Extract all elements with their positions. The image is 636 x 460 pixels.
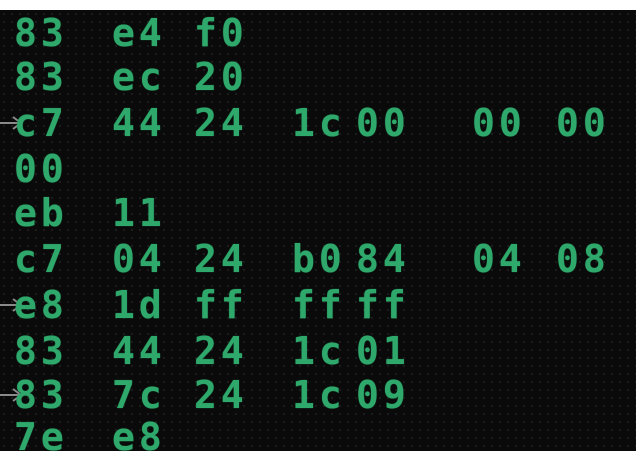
hex-row: c7 04 24 b0 84 04 08	[0, 236, 636, 282]
hex-byte: ff	[194, 283, 248, 327]
hex-byte: 83	[14, 55, 68, 99]
hex-byte: 00	[472, 101, 526, 145]
hex-byte: b0	[292, 237, 346, 281]
hex-byte: 1d	[112, 283, 166, 327]
hex-byte: 1c	[292, 101, 346, 145]
hex-byte: 08	[556, 237, 610, 281]
hex-byte: 11	[112, 191, 166, 235]
hex-byte: 7e	[14, 415, 68, 459]
hex-byte: 84	[356, 237, 410, 281]
hex-byte: 83	[14, 373, 68, 417]
hex-row: 83 7c 24 1c 09	[0, 372, 636, 418]
hex-byte: ec	[112, 55, 166, 99]
hex-byte: f0	[194, 11, 248, 55]
hex-byte: 00	[14, 147, 68, 191]
hex-row: eb 11	[0, 190, 636, 236]
hex-dump-display: 83 e4 f0 83 ec 20 c7 44 24 1c 00 00 00 00 eb 11 c7 04 24 b0…	[0, 10, 636, 459]
hex-row: 83 e4 f0	[0, 10, 636, 56]
hex-byte: 1c	[292, 329, 346, 373]
hex-byte: c7	[14, 237, 68, 281]
hex-row: e8 1d ff ff ff	[0, 282, 636, 328]
hex-row: 00	[0, 146, 636, 192]
hex-byte: 01	[356, 329, 410, 373]
hex-row: 83 ec 20	[0, 54, 636, 100]
hex-byte: 09	[356, 373, 410, 417]
hex-byte: 1c	[292, 373, 346, 417]
hex-byte: 44	[112, 329, 166, 373]
hex-byte: 04	[472, 237, 526, 281]
hex-byte: c7	[14, 101, 68, 145]
hex-byte: 24	[194, 373, 248, 417]
hex-byte: 24	[194, 237, 248, 281]
hex-byte: 24	[194, 329, 248, 373]
hex-byte: eb	[14, 191, 68, 235]
hex-row: 7e e8	[0, 414, 636, 460]
hex-byte: 83	[14, 329, 68, 373]
hex-byte: ff	[356, 283, 410, 327]
hex-byte: ff	[292, 283, 346, 327]
hex-byte: e4	[112, 11, 166, 55]
hex-byte: 83	[14, 11, 68, 55]
hex-byte: 20	[194, 55, 248, 99]
hex-byte: e8	[112, 415, 166, 459]
hex-byte: 00	[556, 101, 610, 145]
hex-byte: 04	[112, 237, 166, 281]
hex-byte: 24	[194, 101, 248, 145]
hex-byte: e8	[14, 283, 68, 327]
hex-byte: 7c	[112, 373, 166, 417]
hex-byte: 00	[356, 101, 410, 145]
hex-byte: 44	[112, 101, 166, 145]
hex-row: 83 44 24 1c 01	[0, 328, 636, 374]
hex-row: c7 44 24 1c 00 00 00	[0, 100, 636, 146]
